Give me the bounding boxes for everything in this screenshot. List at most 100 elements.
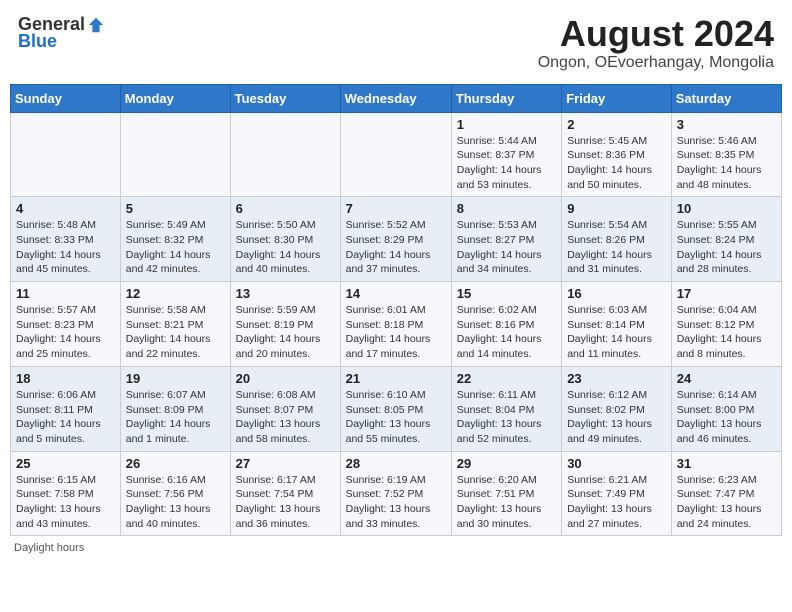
day-info: Sunrise: 5:53 AMSunset: 8:27 PMDaylight:… <box>457 218 556 277</box>
day-number: 8 <box>457 201 556 216</box>
calendar-cell: 22Sunrise: 6:11 AMSunset: 8:04 PMDayligh… <box>451 366 561 451</box>
day-info: Sunrise: 6:16 AMSunset: 7:56 PMDaylight:… <box>126 473 225 532</box>
day-info: Sunrise: 6:21 AMSunset: 7:49 PMDaylight:… <box>567 473 666 532</box>
logo-icon <box>87 16 105 34</box>
day-info: Sunrise: 6:10 AMSunset: 8:05 PMDaylight:… <box>346 388 446 447</box>
day-number: 20 <box>236 371 335 386</box>
calendar-cell: 3 Sunrise: 5:46 AMSunset: 8:35 PMDaylight… <box>671 112 781 197</box>
day-info: Sunrise: 6:02 AMSunset: 8:16 PMDaylight:… <box>457 303 556 362</box>
day-number: 11 <box>16 286 115 301</box>
calendar-cell: 19 Sunrise: 6:07 AMSunset: 8:09 PMDayligh… <box>120 366 230 451</box>
day-info: Sunrise: 5:55 AMSunset: 8:24 PMDaylight:… <box>677 218 776 277</box>
calendar-cell: 5 Sunrise: 5:49 AMSunset: 8:32 PMDaylight… <box>120 197 230 282</box>
calendar-cell: 14 Sunrise: 6:01 AMSunset: 8:18 PMDayligh… <box>340 282 451 367</box>
day-info: Sunrise: 5:57 AMSunset: 8:23 PMDaylight:… <box>16 303 115 362</box>
day-number: 29 <box>457 456 556 471</box>
day-number: 22 <box>457 371 556 386</box>
calendar-cell: 31 Sunrise: 6:23 AMSunset: 7:47 PMDayligh… <box>671 451 781 536</box>
calendar-cell: 6Sunrise: 5:50 AMSunset: 8:30 PMDaylight… <box>230 197 340 282</box>
calendar-table: SundayMondayTuesdayWednesdayThursdayFrid… <box>10 84 782 537</box>
calendar-cell: 11 Sunrise: 5:57 AMSunset: 8:23 PMDayligh… <box>11 282 121 367</box>
calendar-week-5: 25 Sunrise: 6:15 AMSunset: 7:58 PMDayligh… <box>11 451 782 536</box>
footer-note: Daylight hours <box>10 542 782 554</box>
day-info: Sunrise: 6:23 AMSunset: 7:47 PMDaylight:… <box>677 473 776 532</box>
calendar-cell: 2 Sunrise: 5:45 AMSunset: 8:36 PMDaylight… <box>562 112 672 197</box>
day-number: 27 <box>236 456 335 471</box>
day-number: 7 <box>346 201 446 216</box>
calendar-cell: 28 Sunrise: 6:19 AMSunset: 7:52 PMDayligh… <box>340 451 451 536</box>
day-number: 31 <box>677 456 776 471</box>
calendar-cell: 17 Sunrise: 6:04 AMSunset: 8:12 PMDayligh… <box>671 282 781 367</box>
calendar-cell <box>11 112 121 197</box>
calendar-cell <box>230 112 340 197</box>
day-info: Sunrise: 5:46 AMSunset: 8:35 PMDaylight:… <box>677 134 776 193</box>
day-number: 13 <box>236 286 335 301</box>
calendar-cell: 20 Sunrise: 6:08 AMSunset: 8:07 PMDayligh… <box>230 366 340 451</box>
calendar-cell: 18Sunrise: 6:06 AMSunset: 8:11 PMDayligh… <box>11 366 121 451</box>
header: General Blue August 2024 Ongon, OEvoerha… <box>10 10 782 76</box>
day-number: 25 <box>16 456 115 471</box>
calendar-cell: 26 Sunrise: 6:16 AMSunset: 7:56 PMDayligh… <box>120 451 230 536</box>
calendar-cell: 25 Sunrise: 6:15 AMSunset: 7:58 PMDayligh… <box>11 451 121 536</box>
day-info: Sunrise: 5:49 AMSunset: 8:32 PMDaylight:… <box>126 218 225 277</box>
day-number: 17 <box>677 286 776 301</box>
day-info: Sunrise: 6:08 AMSunset: 8:07 PMDaylight:… <box>236 388 335 447</box>
day-number: 28 <box>346 456 446 471</box>
day-info: Sunrise: 6:19 AMSunset: 7:52 PMDaylight:… <box>346 473 446 532</box>
calendar-cell: 10 Sunrise: 5:55 AMSunset: 8:24 PMDayligh… <box>671 197 781 282</box>
calendar-cell <box>120 112 230 197</box>
day-number: 15 <box>457 286 556 301</box>
day-info: Sunrise: 5:58 AMSunset: 8:21 PMDaylight:… <box>126 303 225 362</box>
calendar-cell: 27 Sunrise: 6:17 AMSunset: 7:54 PMDayligh… <box>230 451 340 536</box>
calendar-cell: 1 Sunrise: 5:44 AMSunset: 8:37 PMDaylight… <box>451 112 561 197</box>
day-info: Sunrise: 6:04 AMSunset: 8:12 PMDaylight:… <box>677 303 776 362</box>
day-number: 5 <box>126 201 225 216</box>
calendar-header-saturday: Saturday <box>671 84 781 112</box>
calendar-header-friday: Friday <box>562 84 672 112</box>
logo: General Blue <box>18 14 105 52</box>
day-number: 30 <box>567 456 666 471</box>
day-info: Sunrise: 5:52 AMSunset: 8:29 PMDaylight:… <box>346 218 446 277</box>
day-info: Sunrise: 6:07 AMSunset: 8:09 PMDaylight:… <box>126 388 225 447</box>
calendar-cell: 16 Sunrise: 6:03 AMSunset: 8:14 PMDayligh… <box>562 282 672 367</box>
day-number: 19 <box>126 371 225 386</box>
main-title: August 2024 <box>538 14 774 54</box>
title-area: August 2024 Ongon, OEvoerhangay, Mongoli… <box>538 14 774 72</box>
day-number: 2 <box>567 117 666 132</box>
day-number: 10 <box>677 201 776 216</box>
day-info: Sunrise: 6:17 AMSunset: 7:54 PMDaylight:… <box>236 473 335 532</box>
day-number: 21 <box>346 371 446 386</box>
calendar-cell: 4Sunrise: 5:48 AMSunset: 8:33 PMDaylight… <box>11 197 121 282</box>
calendar-header-wednesday: Wednesday <box>340 84 451 112</box>
day-info: Sunrise: 6:03 AMSunset: 8:14 PMDaylight:… <box>567 303 666 362</box>
day-number: 3 <box>677 117 776 132</box>
day-number: 1 <box>457 117 556 132</box>
day-number: 23 <box>567 371 666 386</box>
day-info: Sunrise: 6:14 AMSunset: 8:00 PMDaylight:… <box>677 388 776 447</box>
day-number: 14 <box>346 286 446 301</box>
day-info: Sunrise: 6:15 AMSunset: 7:58 PMDaylight:… <box>16 473 115 532</box>
calendar-cell: 13Sunrise: 5:59 AMSunset: 8:19 PMDayligh… <box>230 282 340 367</box>
calendar-cell: 9Sunrise: 5:54 AMSunset: 8:26 PMDaylight… <box>562 197 672 282</box>
calendar-cell: 29 Sunrise: 6:20 AMSunset: 7:51 PMDayligh… <box>451 451 561 536</box>
calendar-cell: 30 Sunrise: 6:21 AMSunset: 7:49 PMDayligh… <box>562 451 672 536</box>
day-number: 16 <box>567 286 666 301</box>
day-number: 4 <box>16 201 115 216</box>
day-info: Sunrise: 5:44 AMSunset: 8:37 PMDaylight:… <box>457 134 556 193</box>
calendar-cell: 12Sunrise: 5:58 AMSunset: 8:21 PMDayligh… <box>120 282 230 367</box>
calendar-week-4: 18Sunrise: 6:06 AMSunset: 8:11 PMDayligh… <box>11 366 782 451</box>
calendar-cell: 15 Sunrise: 6:02 AMSunset: 8:16 PMDayligh… <box>451 282 561 367</box>
day-number: 18 <box>16 371 115 386</box>
calendar-header-row: SundayMondayTuesdayWednesdayThursdayFrid… <box>11 84 782 112</box>
calendar-body: 1 Sunrise: 5:44 AMSunset: 8:37 PMDaylight… <box>11 112 782 536</box>
day-info: Sunrise: 6:01 AMSunset: 8:18 PMDaylight:… <box>346 303 446 362</box>
calendar-week-3: 11 Sunrise: 5:57 AMSunset: 8:23 PMDayligh… <box>11 282 782 367</box>
day-info: Sunrise: 6:20 AMSunset: 7:51 PMDaylight:… <box>457 473 556 532</box>
day-info: Sunrise: 6:12 AMSunset: 8:02 PMDaylight:… <box>567 388 666 447</box>
calendar-cell: 7 Sunrise: 5:52 AMSunset: 8:29 PMDaylight… <box>340 197 451 282</box>
day-number: 26 <box>126 456 225 471</box>
day-number: 9 <box>567 201 666 216</box>
calendar-week-2: 4Sunrise: 5:48 AMSunset: 8:33 PMDaylight… <box>11 197 782 282</box>
calendar-header-tuesday: Tuesday <box>230 84 340 112</box>
day-info: Sunrise: 5:45 AMSunset: 8:36 PMDaylight:… <box>567 134 666 193</box>
